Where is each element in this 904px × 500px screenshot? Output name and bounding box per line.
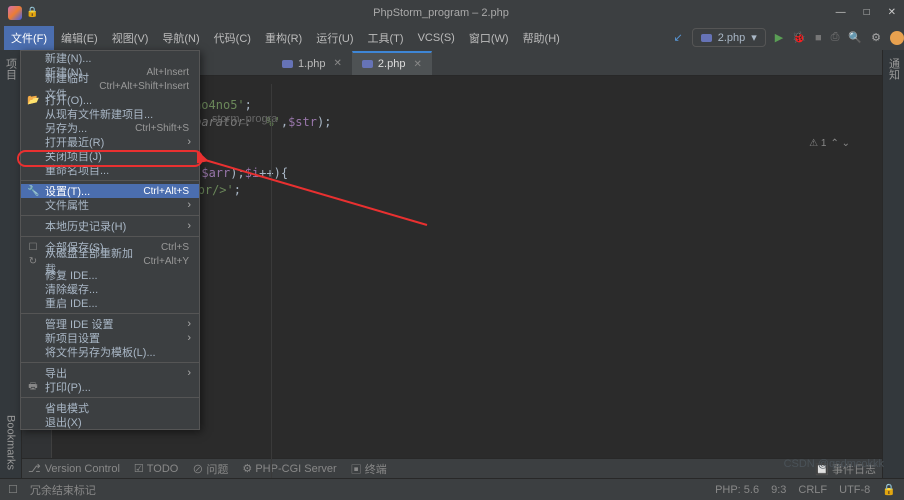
caret-position[interactable]: 9:3 — [771, 484, 786, 496]
avatar[interactable] — [890, 31, 904, 45]
menu-item[interactable]: 关闭项目(J) — [21, 149, 199, 163]
menu-item[interactable]: 文件属性 — [21, 198, 199, 212]
project-tool[interactable]: 项目 — [3, 58, 19, 80]
run-config-selector[interactable]: 2.php▾ — [692, 28, 766, 47]
minimize-button[interactable]: — — [836, 7, 846, 18]
menu-item[interactable]: 📂打开(O)... — [21, 93, 199, 107]
menu-edit[interactable]: 编辑(E) — [54, 26, 105, 50]
coverage-button[interactable]: ⎙ — [831, 31, 840, 44]
menu-item[interactable]: 本地历史记录(H) — [21, 219, 199, 233]
maximize-button[interactable]: □ — [864, 7, 870, 18]
menu-window[interactable]: 窗口(W) — [462, 26, 516, 50]
stop-button[interactable]: ■ — [815, 32, 822, 44]
vcs-pull-icon[interactable]: ↙ — [674, 31, 683, 44]
php-version[interactable]: PHP: 5.6 — [715, 484, 759, 496]
menu-item[interactable]: 重启 IDE... — [21, 296, 199, 310]
menu-item[interactable]: 清除缓存... — [21, 282, 199, 296]
statusbar: ☐ 冗余结束标记 PHP: 5.6 9:3 CRLF UTF-8 🔒 — [0, 478, 904, 500]
menu-item[interactable]: 管理 IDE 设置 — [21, 317, 199, 331]
menu-tools[interactable]: 工具(T) — [361, 26, 411, 50]
notifications-tool[interactable]: 通知 — [886, 58, 902, 80]
menu-refactor[interactable]: 重构(R) — [258, 26, 309, 50]
menu-item[interactable]: 新项目设置 — [21, 331, 199, 345]
line-ending[interactable]: CRLF — [798, 484, 827, 496]
menu-item[interactable]: 🖶打印(P)... — [21, 380, 199, 394]
todo-tool[interactable]: TODO — [134, 462, 178, 475]
menu-item[interactable]: 从现有文件新建项目... — [21, 107, 199, 121]
close-icon[interactable]: ✕ — [413, 59, 421, 70]
menu-navigate[interactable]: 导航(N) — [155, 26, 206, 50]
settings-button[interactable]: ⚙ — [871, 31, 881, 44]
menu-item[interactable]: 新建(N)... — [21, 51, 199, 65]
menu-code[interactable]: 代码(C) — [207, 26, 258, 50]
menubar: 文件(F) 编辑(E) 视图(V) 导航(N) 代码(C) 重构(R) 运行(U… — [0, 25, 904, 50]
menu-item[interactable]: 将文件另存为模板(L)... — [21, 345, 199, 359]
tab-2[interactable]: 2.php✕ — [352, 51, 432, 75]
lock-ro[interactable]: 🔒 — [882, 483, 896, 496]
run-button[interactable]: ▶ — [775, 31, 783, 44]
left-gutter: 项目 Bookmarks — [0, 50, 22, 478]
watermark: CSDN @qsdmcokkk — [784, 458, 884, 470]
php-icon — [362, 60, 373, 68]
menu-item[interactable]: 退出(X) — [21, 415, 199, 429]
tool-window-bar: Version Control TODO ⊘ 问题 ⚙ PHP-CGI Serv… — [22, 458, 882, 478]
right-gutter: 通知 — [882, 50, 904, 478]
problems-indicator[interactable]: ⚠ 1⌃ ⌄ — [809, 138, 850, 149]
menu-item[interactable]: 省电模式 — [21, 401, 199, 415]
encoding[interactable]: UTF-8 — [839, 484, 870, 496]
menu-item[interactable]: 打开最近(R) — [21, 135, 199, 149]
php-icon — [282, 60, 293, 68]
vc-tool[interactable]: Version Control — [28, 462, 120, 475]
menu-help[interactable]: 帮助(H) — [516, 26, 567, 50]
menu-vcs[interactable]: VCS(S) — [411, 28, 462, 48]
close-icon[interactable]: ✕ — [334, 58, 342, 69]
close-button[interactable]: ✕ — [888, 7, 896, 18]
debug-button[interactable]: 🐞 — [792, 31, 806, 44]
project-path: storm_progra — [212, 113, 277, 125]
bookmarks-tool[interactable]: Bookmarks — [5, 415, 17, 470]
file-menu-dropdown: 新建(N)...新建(N)Alt+Insert新建临时文件Ctrl+Alt+Sh… — [20, 50, 200, 430]
menu-item[interactable]: 修复 IDE... — [21, 268, 199, 282]
menu-item[interactable]: 重命名项目... — [21, 163, 199, 177]
menu-run[interactable]: 运行(U) — [309, 26, 360, 50]
terminal-tool[interactable]: ▣ 终端 — [351, 461, 387, 477]
problems-tool[interactable]: ⊘ 问题 — [192, 461, 228, 477]
hint-text: 冗余结束标记 — [30, 482, 96, 498]
menu-item[interactable]: 另存为...Ctrl+Shift+S — [21, 121, 199, 135]
menu-item[interactable]: ↻从磁盘全部重新加载Ctrl+Alt+Y — [21, 254, 199, 268]
window-title: PhpStorm_program – 2.php — [46, 7, 835, 19]
search-button[interactable]: 🔍 — [848, 31, 862, 44]
titlebar: 🔒 PhpStorm_program – 2.php — □ ✕ — [0, 0, 904, 25]
tab-1[interactable]: 1.php✕ — [272, 51, 352, 75]
menu-view[interactable]: 视图(V) — [105, 26, 156, 50]
app-icon — [8, 6, 22, 20]
menu-item[interactable]: 导出 — [21, 366, 199, 380]
menu-file[interactable]: 文件(F) — [4, 26, 54, 50]
menu-item[interactable]: 新建临时文件Ctrl+Alt+Shift+Insert — [21, 79, 199, 93]
phpcgi-tool[interactable]: ⚙ PHP-CGI Server — [242, 462, 336, 475]
menu-item[interactable]: 🔧设置(T)...Ctrl+Alt+S — [21, 184, 199, 198]
lock-icon: 🔒 — [26, 7, 38, 18]
